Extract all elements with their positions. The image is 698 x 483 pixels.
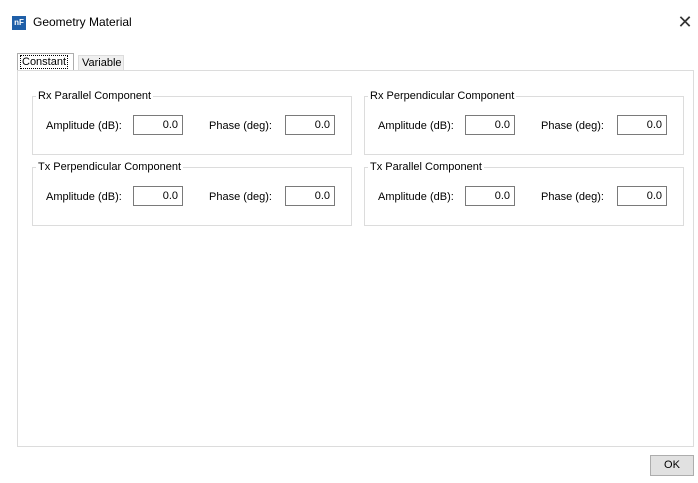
amplitude-field[interactable]: [465, 186, 515, 206]
phase-field[interactable]: [617, 115, 667, 135]
group-title: Rx Perpendicular Component: [368, 89, 517, 103]
phase-label: Phase (deg):: [209, 120, 272, 132]
phase-label: Phase (deg):: [209, 191, 272, 203]
tab-variable[interactable]: Variable: [78, 55, 124, 70]
group-title: Rx Parallel Component: [36, 89, 154, 103]
tab-variable-label: Variable: [82, 57, 122, 69]
group-title: Tx Parallel Component: [368, 160, 484, 174]
tab-constant[interactable]: Constant: [17, 53, 74, 70]
group-tx-parallel: Tx Parallel Component Amplitude (dB): Ph…: [364, 160, 684, 226]
close-icon[interactable]: ✕: [676, 12, 694, 32]
phase-field[interactable]: [285, 186, 335, 206]
title-bar: nF Geometry Material ✕: [0, 0, 698, 44]
phase-field[interactable]: [285, 115, 335, 135]
phase-field[interactable]: [617, 186, 667, 206]
tab-constant-label: Constant: [19, 55, 69, 69]
amplitude-label: Amplitude (dB):: [46, 120, 122, 132]
phase-label: Phase (deg):: [541, 120, 604, 132]
app-icon: nF: [12, 16, 26, 30]
group-tx-perpendicular: Tx Perpendicular Component Amplitude (dB…: [32, 160, 352, 226]
window-title: Geometry Material: [33, 15, 132, 29]
amplitude-field[interactable]: [133, 186, 183, 206]
amplitude-field[interactable]: [465, 115, 515, 135]
group-rx-perpendicular: Rx Perpendicular Component Amplitude (dB…: [364, 89, 684, 155]
phase-label: Phase (deg):: [541, 191, 604, 203]
group-title: Tx Perpendicular Component: [36, 160, 184, 174]
amplitude-label: Amplitude (dB):: [378, 120, 454, 132]
amplitude-field[interactable]: [133, 115, 183, 135]
amplitude-label: Amplitude (dB):: [378, 191, 454, 203]
ok-button[interactable]: OK: [650, 455, 694, 476]
amplitude-label: Amplitude (dB):: [46, 191, 122, 203]
group-rx-parallel: Rx Parallel Component Amplitude (dB): Ph…: [32, 89, 352, 155]
